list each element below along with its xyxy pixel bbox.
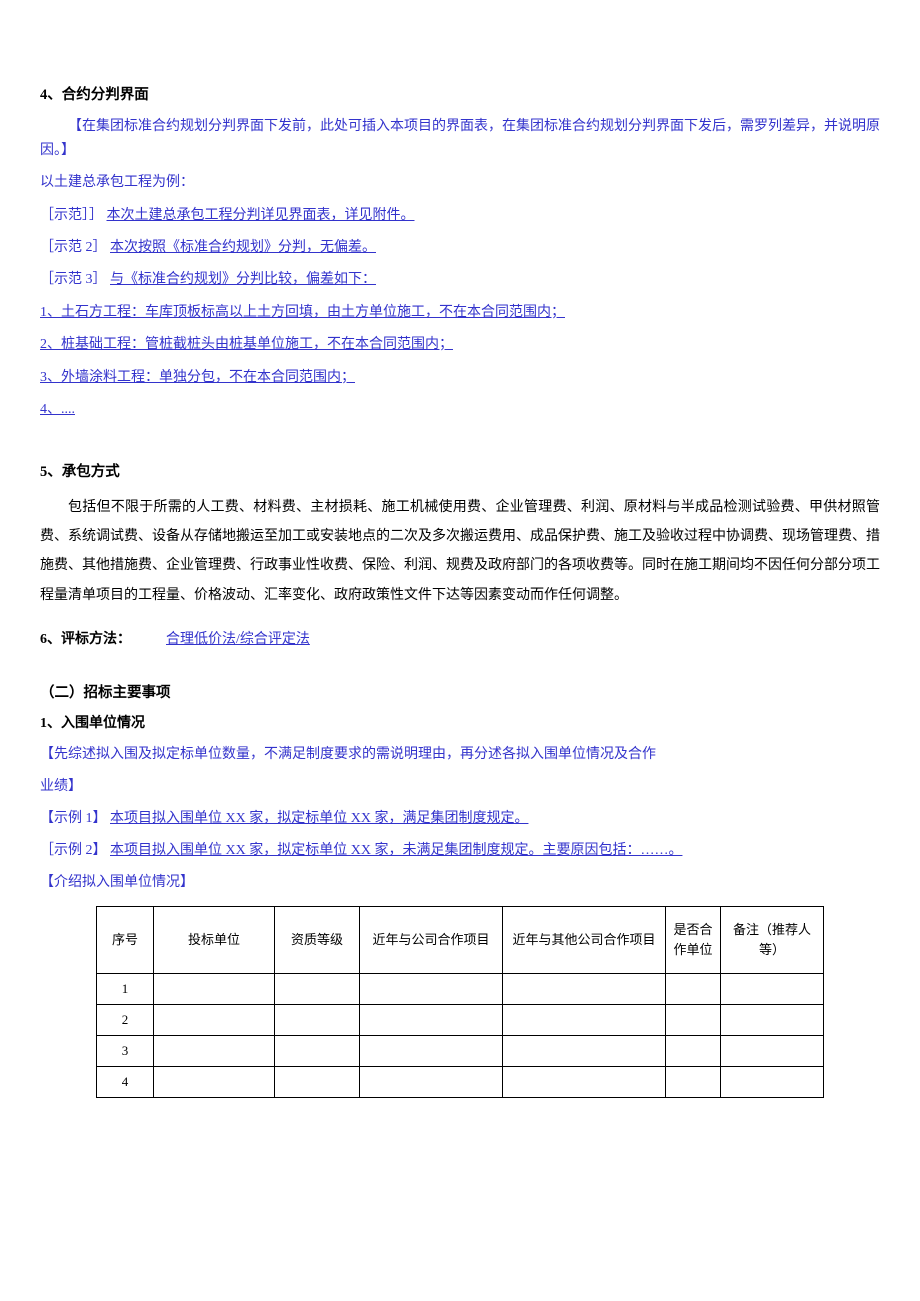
cell bbox=[275, 974, 360, 1005]
deviation-item-4: 4、.... bbox=[40, 399, 880, 421]
cell bbox=[154, 1067, 275, 1098]
section-4-title: 4、合约分判界面 bbox=[40, 84, 880, 107]
section-b-note1: 【先综述拟入围及拟定标单位数量，不满足制度要求的需说明理由，再分述各拟入围单位情… bbox=[40, 743, 880, 767]
example-2-label: ［示范 2］ bbox=[40, 240, 107, 255]
th-bidder: 投标单位 bbox=[154, 907, 275, 974]
th-coop-other: 近年与其他公司合作项目 bbox=[503, 907, 666, 974]
section-4-note: 【在集团标准合约规划分判界面下发前，此处可插入本项目的界面表，在集团标准合约规划… bbox=[40, 115, 880, 163]
section-b-ex1-text: 本项目拟入围单位 XX 家，拟定标单位 XX 家，满足集团制度规定。 bbox=[110, 811, 528, 826]
section-b-note2: 业绩】 bbox=[40, 775, 880, 799]
cell bbox=[503, 1005, 666, 1036]
section-b-ex2: ［示例 2】 本项目拟入围单位 XX 家，拟定标单位 XX 家，未满足集团制度规… bbox=[40, 839, 880, 863]
cell bbox=[360, 974, 503, 1005]
example-1-line: ［示范］］ 本次土建总承包工程分判详见界面表，详见附件。 bbox=[40, 205, 880, 227]
cell bbox=[666, 1067, 721, 1098]
cell bbox=[721, 1036, 824, 1067]
section-b-ex1-label: 【示例 1】 bbox=[40, 811, 107, 826]
cell bbox=[503, 974, 666, 1005]
section-6-line: 6、评标方法： 合理低价法/综合评定法 bbox=[40, 628, 880, 652]
example-3-line: ［示范 3］ 与《标准合约规划》分判比较，偏差如下： bbox=[40, 269, 880, 291]
section-6-title: 6、评标方法： bbox=[40, 632, 131, 647]
cell bbox=[154, 1036, 275, 1067]
section-5-body: 包括但不限于所需的人工费、材料费、主材损耗、施工机械使用费、企业管理费、利润、原… bbox=[40, 493, 880, 611]
cell bbox=[154, 1005, 275, 1036]
cell bbox=[666, 1036, 721, 1067]
cell-seq: 3 bbox=[97, 1036, 154, 1067]
cell bbox=[275, 1005, 360, 1036]
section-b1-title: 1、入围单位情况 bbox=[40, 713, 880, 735]
section-4-intro: 以土建总承包工程为例： bbox=[40, 171, 880, 195]
th-qual: 资质等级 bbox=[275, 907, 360, 974]
cell bbox=[503, 1036, 666, 1067]
cell bbox=[275, 1067, 360, 1098]
section-b-note3: 【介绍拟入围单位情况】 bbox=[40, 871, 880, 895]
cell bbox=[666, 974, 721, 1005]
table-row: 2 bbox=[97, 1005, 824, 1036]
section-b-ex2-text: 本项目拟入围单位 XX 家，拟定标单位 XX 家，未满足集团制度规定。主要原因包… bbox=[110, 843, 682, 858]
example-2-line: ［示范 2］ 本次按照《标准合约规划》分判，无偏差。 bbox=[40, 237, 880, 259]
cell bbox=[721, 974, 824, 1005]
cell-seq: 1 bbox=[97, 974, 154, 1005]
shortlist-table: 序号 投标单位 资质等级 近年与公司合作项目 近年与其他公司合作项目 是否合作单… bbox=[96, 906, 824, 1098]
cell bbox=[154, 974, 275, 1005]
table-row: 3 bbox=[97, 1036, 824, 1067]
section-b-ex2-label: ［示例 2】 bbox=[40, 843, 107, 858]
table-row: 1 bbox=[97, 974, 824, 1005]
section-b-title: （二）招标主要事项 bbox=[40, 682, 880, 705]
th-seq: 序号 bbox=[97, 907, 154, 974]
th-coop-company: 近年与公司合作项目 bbox=[360, 907, 503, 974]
cell bbox=[275, 1036, 360, 1067]
cell bbox=[721, 1005, 824, 1036]
cell bbox=[721, 1067, 824, 1098]
example-1-label: ［示范］］ bbox=[40, 208, 103, 223]
cell bbox=[360, 1067, 503, 1098]
table-row: 4 bbox=[97, 1067, 824, 1098]
cell-seq: 4 bbox=[97, 1067, 154, 1098]
cell bbox=[360, 1036, 503, 1067]
deviation-item-2: 2、桩基础工程：管桩截桩头由桩基单位施工，不在本合同范围内； bbox=[40, 334, 880, 356]
th-remark: 备注（推荐人等） bbox=[721, 907, 824, 974]
cell bbox=[666, 1005, 721, 1036]
example-3-text: 与《标准合约规划》分判比较，偏差如下： bbox=[110, 272, 376, 287]
cell bbox=[503, 1067, 666, 1098]
example-2-text: 本次按照《标准合约规划》分判，无偏差。 bbox=[110, 240, 376, 255]
example-1-text: 本次土建总承包工程分判详见界面表，详见附件。 bbox=[107, 208, 415, 223]
section-5-title: 5、承包方式 bbox=[40, 461, 880, 484]
section-6-value: 合理低价法/综合评定法 bbox=[166, 632, 310, 647]
deviation-item-1: 1、土石方工程：车库顶板标高以上土方回填，由土方单位施工，不在本合同范围内； bbox=[40, 302, 880, 324]
deviation-item-3: 3、外墙涂料工程：单独分包，不在本合同范围内； bbox=[40, 367, 880, 389]
table-header-row: 序号 投标单位 资质等级 近年与公司合作项目 近年与其他公司合作项目 是否合作单… bbox=[97, 907, 824, 974]
section-b-ex1: 【示例 1】 本项目拟入围单位 XX 家，拟定标单位 XX 家，满足集团制度规定… bbox=[40, 807, 880, 831]
cell-seq: 2 bbox=[97, 1005, 154, 1036]
th-is-partner: 是否合作单位 bbox=[666, 907, 721, 974]
example-3-label: ［示范 3］ bbox=[40, 272, 107, 287]
cell bbox=[360, 1005, 503, 1036]
